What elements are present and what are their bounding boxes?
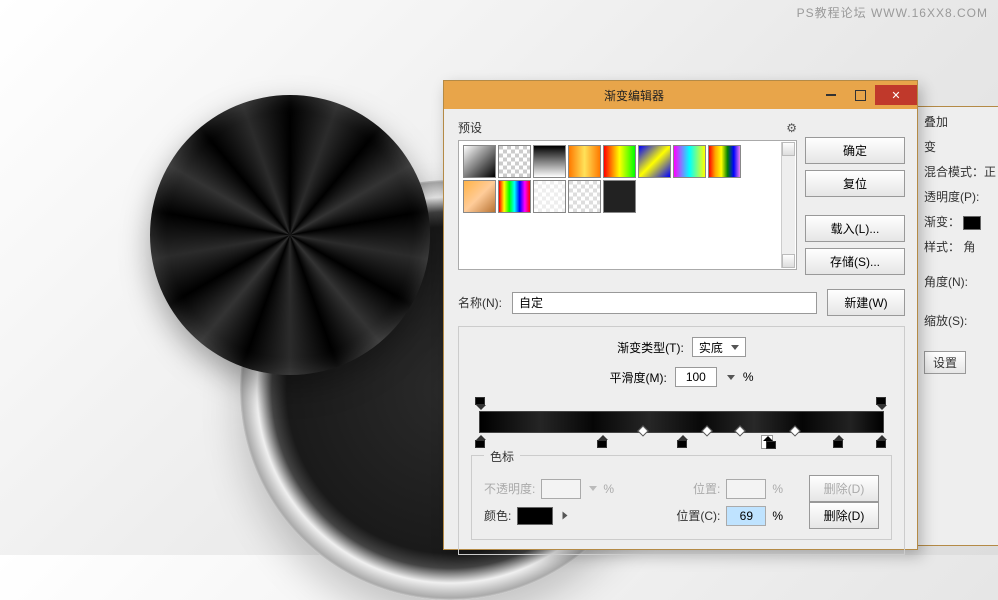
- chevron-right-icon[interactable]: [563, 512, 568, 520]
- preset-swatch[interactable]: [603, 145, 636, 178]
- preset-swatch[interactable]: [498, 180, 531, 213]
- side-style-label: 样式： 角: [924, 238, 994, 255]
- presets-box: [458, 140, 797, 270]
- name-label: 名称(N):: [458, 294, 502, 311]
- chevron-down-icon[interactable]: [727, 375, 735, 380]
- background-knob-graphic: [150, 95, 430, 375]
- chevron-down-icon: [731, 345, 739, 350]
- preset-swatch[interactable]: [533, 145, 566, 178]
- preset-swatch[interactable]: [638, 145, 671, 178]
- opacity-position-label: 位置:: [693, 480, 720, 497]
- cancel-button[interactable]: 复位: [805, 170, 905, 197]
- percent-sign: %: [772, 509, 783, 523]
- load-button[interactable]: 载入(L)...: [805, 215, 905, 242]
- color-stop[interactable]: [597, 435, 609, 449]
- color-stop[interactable]: [833, 435, 845, 449]
- opacity-position-input: [726, 479, 766, 499]
- gradient-bar[interactable]: [479, 411, 884, 433]
- ok-button[interactable]: 确定: [805, 137, 905, 164]
- opacity-stop[interactable]: [475, 397, 487, 409]
- smoothness-input[interactable]: [675, 367, 717, 387]
- preset-swatch[interactable]: [568, 180, 601, 213]
- dialog-title: 渐变编辑器: [452, 87, 816, 104]
- gradient-editor-dialog: 渐变编辑器 预设 ⚙: [443, 80, 918, 550]
- color-stop[interactable]: [677, 435, 689, 449]
- preset-swatch[interactable]: [708, 145, 741, 178]
- name-input[interactable]: [512, 292, 817, 314]
- window-close-button[interactable]: [875, 85, 917, 105]
- color-stop[interactable]: [876, 435, 888, 449]
- watermark-text: PS教程论坛 WWW.16XX8.COM: [797, 4, 988, 21]
- color-stop-selected[interactable]: [761, 435, 773, 449]
- side-angle-label: 角度(N):: [924, 273, 994, 290]
- presets-scrollbar[interactable]: [781, 142, 795, 268]
- opacity-stop[interactable]: [876, 397, 888, 409]
- preset-swatch[interactable]: [568, 145, 601, 178]
- side-opacity-label: 透明度(P):: [924, 188, 994, 205]
- titlebar[interactable]: 渐变编辑器: [444, 81, 917, 109]
- stops-group: 色标 不透明度: % 位置: % 删除(D) 颜色:: [471, 455, 892, 540]
- smoothness-label: 平滑度(M):: [610, 369, 667, 386]
- color-position-input[interactable]: [726, 506, 766, 526]
- opacity-stop-label: 不透明度:: [484, 480, 535, 497]
- percent-sign: %: [772, 482, 783, 496]
- preset-swatch[interactable]: [603, 180, 636, 213]
- side-gradient-swatch[interactable]: [963, 216, 981, 230]
- percent-sign: %: [603, 482, 614, 496]
- percent-sign: %: [743, 370, 754, 384]
- preset-swatch[interactable]: [673, 145, 706, 178]
- window-maximize-button[interactable]: [846, 85, 874, 105]
- delete-color-stop-button[interactable]: 删除(D): [809, 502, 879, 529]
- side-gradient-label: 渐变：: [924, 213, 994, 230]
- chevron-down-icon: [589, 486, 597, 491]
- side-grad-short: 变: [924, 138, 994, 155]
- side-blend-label: 混合模式：正: [924, 163, 994, 180]
- color-position-label: 位置(C):: [676, 507, 720, 524]
- side-overlay-label: 叠加: [924, 113, 994, 130]
- side-scale-label: 缩放(S):: [924, 312, 994, 329]
- gradient-options-group: 渐变类型(T): 实底 平滑度(M): %: [458, 326, 905, 555]
- preset-swatch[interactable]: [463, 180, 496, 213]
- gradient-type-label: 渐变类型(T):: [617, 339, 684, 356]
- delete-opacity-stop-button: 删除(D): [809, 475, 879, 502]
- color-stop[interactable]: [475, 435, 487, 449]
- window-minimize-button[interactable]: [817, 85, 845, 105]
- presets-gear-icon[interactable]: ⚙: [786, 121, 797, 135]
- preset-swatch[interactable]: [533, 180, 566, 213]
- save-button[interactable]: 存储(S)...: [805, 248, 905, 275]
- side-settings-button[interactable]: 设置: [924, 351, 966, 374]
- presets-label: 预设: [458, 119, 482, 136]
- new-button[interactable]: 新建(W): [827, 289, 905, 316]
- layer-style-dialog-partial: 叠加 变 混合模式：正 透明度(P): 渐变： 样式： 角 角度(N): 缩放(…: [913, 106, 998, 546]
- gradient-type-select[interactable]: 实底: [692, 337, 746, 357]
- opacity-value-input: [541, 479, 581, 499]
- color-well[interactable]: [517, 507, 553, 525]
- preset-swatch[interactable]: [463, 145, 496, 178]
- preset-swatch[interactable]: [498, 145, 531, 178]
- stops-title: 色标: [484, 448, 520, 465]
- gradient-ramp[interactable]: [471, 397, 892, 449]
- color-stop-label: 颜色:: [484, 507, 511, 524]
